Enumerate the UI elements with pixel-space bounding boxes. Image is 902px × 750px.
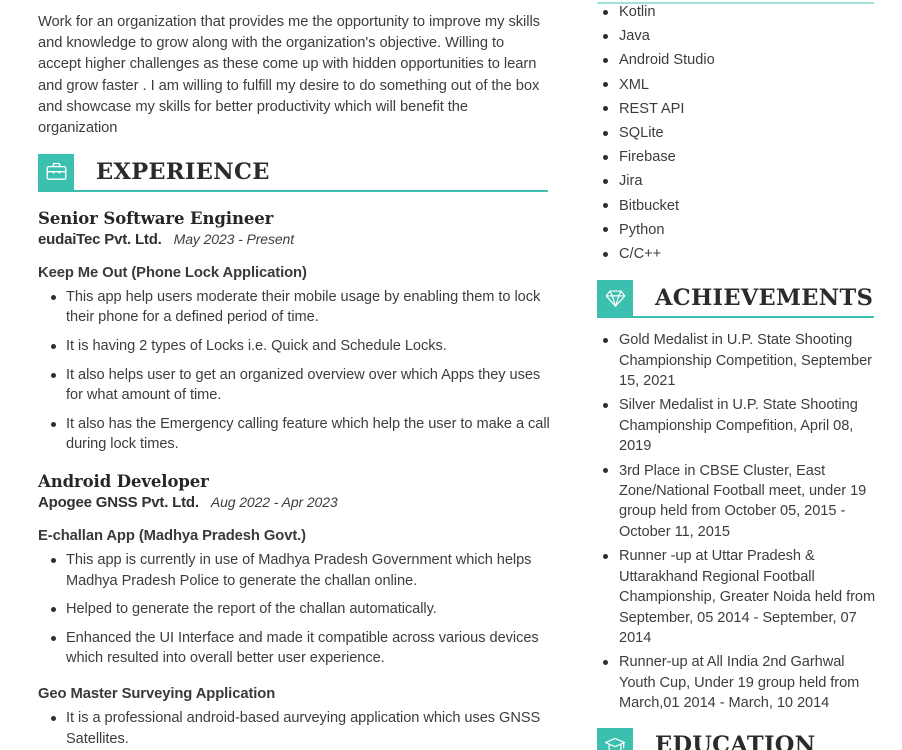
project-title: Keep Me Out (Phone Lock Application)	[38, 264, 307, 281]
job-role: Senior Software Engineer	[38, 208, 274, 228]
left-column: Work for an organization that provides m…	[38, 0, 550, 749]
job-dates: May 2023 - Present	[173, 230, 295, 247]
bullet-item: This app is currently in use of Madhya P…	[38, 550, 550, 591]
job-role: Android Developer	[38, 472, 209, 492]
skills-list: Kotlin Java Android Studio XML REST API …	[597, 0, 877, 266]
bullet-item: This app help users moderate their mobil…	[38, 287, 550, 328]
project-bullets: This app is currently in use of Madhya P…	[38, 550, 550, 669]
graduation-cap-icon	[597, 727, 633, 750]
job-company: Apogee GNSS Pvt. Ltd.	[38, 494, 199, 511]
achievements-section-rule	[597, 316, 874, 319]
professional-summary: Work for an organization that provides m…	[38, 14, 540, 137]
experience-section: EXPERIENCE Senior Software Engineer euda…	[38, 153, 550, 749]
achievement-item: 3rd Place in CBSE Cluster, East Zone/Nat…	[597, 461, 877, 543]
skill-item: SQLite	[597, 121, 877, 145]
job-meta: Apogee GNSS Pvt. Ltd. Aug 2022 - Apr 202…	[38, 494, 550, 511]
bullet-item: It is having 2 types of Locks i.e. Quick…	[38, 336, 550, 357]
achievement-item: Runner -up at Uttar Pradesh & Uttarakhan…	[597, 546, 877, 648]
skill-item: Python	[597, 218, 877, 242]
project-title: Geo Master Surveying Application	[38, 685, 276, 702]
bullet-item: It also helps user to get an organized o…	[38, 365, 550, 406]
experience-section-title: EXPERIENCE	[96, 158, 270, 185]
achievements-section-header: ACHIEVEMENTS	[597, 280, 877, 317]
achievements-list: Gold Medalist in U.P. State Shooting Cha…	[597, 330, 877, 713]
project-bullets: This app help users moderate their mobil…	[38, 287, 550, 455]
skill-item: XML	[597, 73, 877, 97]
achievement-item: Silver Medalist in U.P. State Shooting C…	[597, 395, 877, 456]
achievements-section: ACHIEVEMENTS Gold Medalist in U.P. State…	[597, 280, 877, 713]
diamond-icon	[597, 280, 633, 317]
achievement-item: Runner-up at All India 2nd Garhwal Youth…	[597, 652, 877, 713]
bullet-item: Helped to generate the report of the cha…	[38, 599, 550, 620]
skill-item: Firebase	[597, 145, 877, 169]
bullet-item: It also has the Emergency calling featur…	[38, 414, 550, 455]
skill-item: REST API	[597, 97, 877, 121]
briefcase-icon	[38, 153, 74, 190]
experience-entry: Android Developer Apogee GNSS Pvt. Ltd. …	[38, 472, 550, 749]
skill-item: Android Studio	[597, 48, 877, 72]
skill-item: Java	[597, 24, 877, 48]
experience-entry: Senior Software Engineer eudaiTec Pvt. L…	[38, 208, 550, 455]
skill-item: Jira	[597, 169, 877, 193]
education-section-title: EDUCATION	[655, 732, 816, 750]
experience-section-rule	[38, 189, 548, 192]
job-meta: eudaiTec Pvt. Ltd. May 2023 - Present	[38, 231, 550, 248]
project-bullets: It is a professional android-based aurve…	[38, 708, 550, 749]
right-column: Kotlin Java Android Studio XML REST API …	[597, 0, 877, 750]
bullet-item: Enhanced the UI Interface and made it co…	[38, 628, 550, 669]
experience-section-header: EXPERIENCE	[38, 153, 550, 190]
achievement-item: Gold Medalist in U.P. State Shooting Cha…	[597, 330, 877, 391]
bullet-item: It is a professional android-based aurve…	[38, 708, 550, 749]
project-title: E-challan App (Madhya Pradesh Govt.)	[38, 528, 306, 544]
education-section-header: EDUCATION	[597, 727, 877, 750]
resume-page: Work for an organization that provides m…	[0, 0, 902, 750]
achievements-section-title: ACHIEVEMENTS	[655, 284, 874, 311]
job-company: eudaiTec Pvt. Ltd.	[38, 230, 162, 248]
skill-item: Bitbucket	[597, 194, 877, 218]
skill-item: C/C++	[597, 242, 877, 266]
education-section: EDUCATION	[597, 727, 877, 750]
skill-item: Kotlin	[597, 0, 877, 24]
job-dates: Aug 2022 - Apr 2023	[210, 494, 338, 510]
